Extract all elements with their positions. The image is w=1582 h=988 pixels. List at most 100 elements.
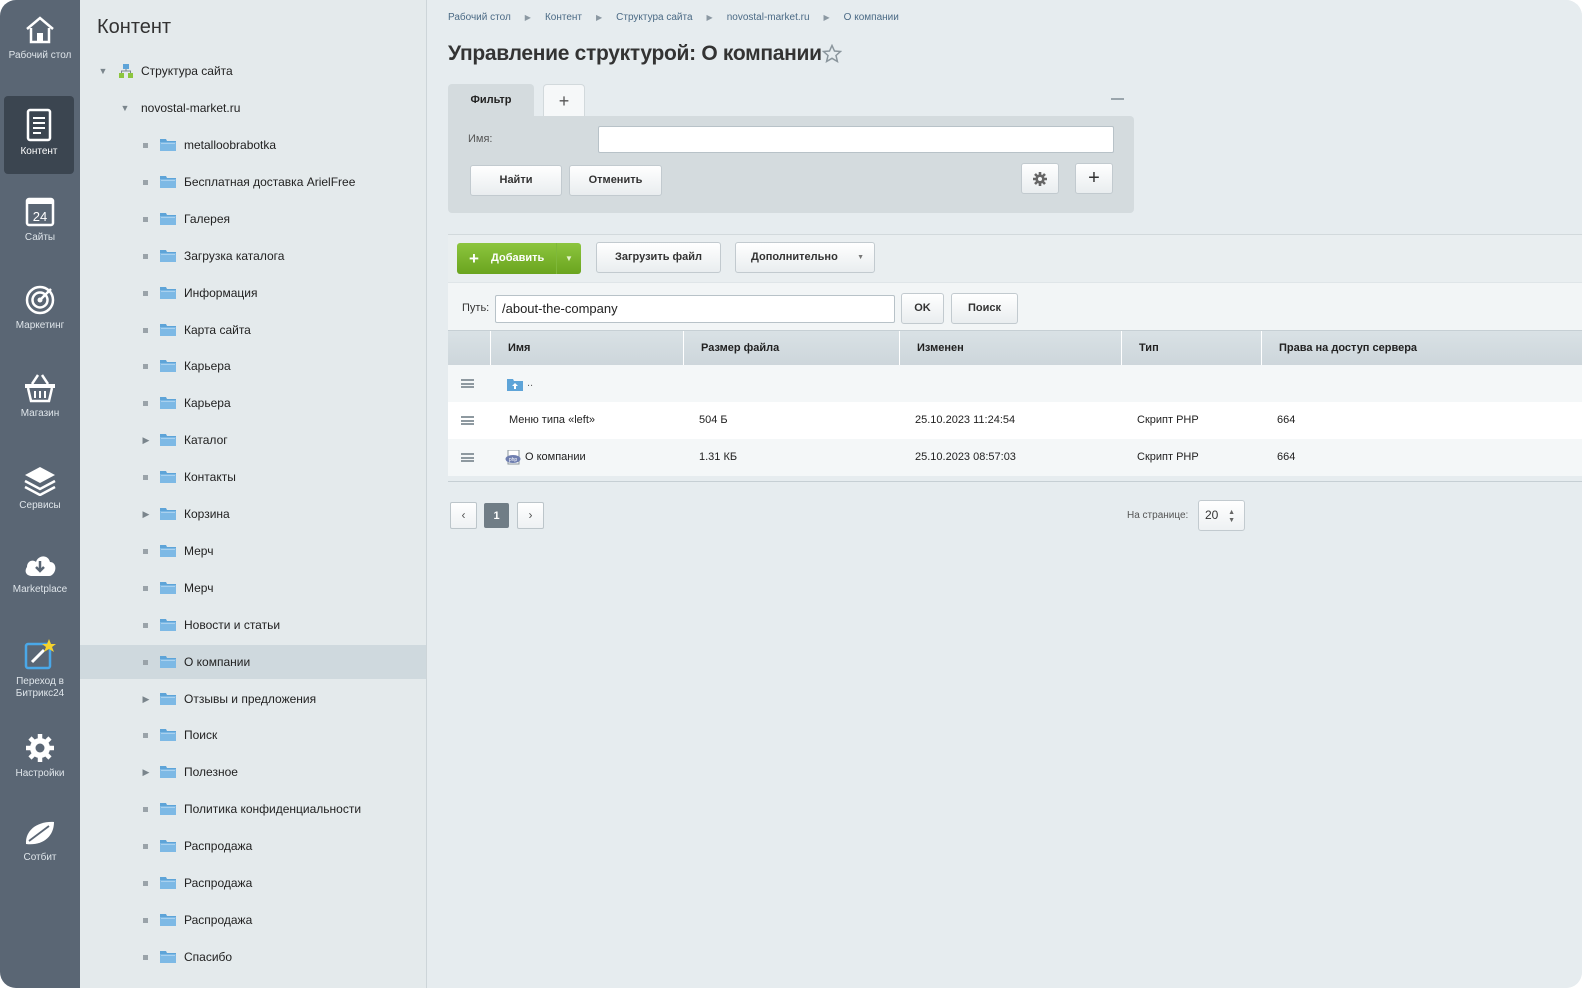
column-header-size[interactable]: Размер файла (683, 331, 899, 366)
folder-icon (160, 434, 176, 447)
bullet-icon (143, 401, 148, 407)
breadcrumb-item[interactable]: Контент (545, 12, 582, 23)
bitrix24-transition-icon (24, 639, 56, 670)
upload-file-button[interactable]: Загрузить файл (596, 242, 721, 273)
tree-node-folder[interactable]: Мерч (80, 534, 426, 568)
column-header-name[interactable]: Имя (490, 331, 684, 366)
path-search-button[interactable]: Поиск (951, 293, 1018, 324)
file-name[interactable]: Меню типа «left» (509, 402, 595, 439)
home-icon (26, 16, 54, 44)
expand-arrow-icon[interactable]: ▶ (141, 423, 151, 457)
cancel-button[interactable]: Отменить (569, 165, 662, 196)
sidebar-item-sites[interactable]: 24 Сайты (0, 196, 80, 244)
filter-settings-button[interactable] (1021, 163, 1059, 194)
tree-node-folder[interactable]: Распродажа (80, 829, 426, 863)
tree-node-folder[interactable]: Спасибо (80, 940, 426, 974)
sidebar-item-content[interactable]: Контент (4, 96, 74, 174)
tree-node-folder[interactable]: ▶ Каталог (80, 423, 426, 457)
row-menu-icon[interactable] (461, 416, 474, 425)
folder-icon (160, 618, 176, 631)
column-header-type[interactable]: Тип (1121, 331, 1261, 366)
tree-node-site[interactable]: ▼ novostal-market.ru (80, 91, 426, 125)
tree-node-label: Мерч (184, 543, 214, 558)
breadcrumb-item[interactable]: novostal-market.ru (727, 12, 810, 23)
row-menu-icon[interactable] (461, 453, 474, 462)
tree-node-folder[interactable]: Галерея (80, 202, 426, 236)
file-modified: 25.10.2023 08:57:03 (915, 451, 1016, 463)
expand-arrow-icon[interactable]: ▶ (141, 755, 151, 789)
expand-arrow-icon[interactable]: ▶ (141, 682, 151, 716)
sidebar-item-sotbit[interactable]: Сотбит (0, 818, 80, 864)
sidebar-item-marketing[interactable]: Маркетинг (0, 284, 80, 332)
folder-icon (160, 766, 176, 779)
tree-node-folder[interactable]: Карьера (80, 349, 426, 383)
table-row[interactable]: php О компании 1.31 КБ 25.10.2023 08:57:03 С… (448, 439, 1582, 476)
tree-node-label: Спасибо (184, 949, 233, 964)
tree-node-label: Бесплатная доставка ArielFree (184, 174, 356, 189)
folder-icon (160, 729, 176, 742)
tree-node-folder[interactable]: Распродажа (80, 903, 426, 937)
grid-header-actions (448, 331, 490, 366)
add-filter-field-button[interactable]: + (1075, 163, 1113, 194)
chevron-down-icon[interactable]: ▼ (556, 243, 581, 274)
folder-icon (160, 397, 176, 410)
tree-node-label: Структура сайта (141, 64, 233, 78)
tree-node-folder[interactable]: Карьера (80, 386, 426, 420)
tree-node-folder[interactable]: О компании (80, 644, 426, 679)
tree-node-folder[interactable]: Бесплатная доставка ArielFree (80, 165, 426, 199)
tree-node-folder[interactable]: Информация (80, 276, 426, 310)
sidebar-item-bitrix24[interactable]: Переход в Битрикс24 (0, 638, 80, 700)
find-button[interactable]: Найти (470, 165, 562, 196)
minimize-filter-icon[interactable] (1111, 98, 1124, 100)
sidebar-item-services[interactable]: Сервисы (0, 464, 80, 512)
path-ok-button[interactable]: OK (901, 293, 944, 324)
column-header-rights[interactable]: Права на доступ сервера (1261, 331, 1582, 366)
tree-node-label: Галерея (184, 211, 231, 226)
add-button[interactable]: + Добавить ▼ (457, 243, 581, 274)
tree-node-folder[interactable]: Загрузка каталога (80, 239, 426, 273)
tree-node-folder[interactable]: Новости и статьи (80, 608, 426, 642)
tab-filter[interactable]: Фильтр (448, 84, 534, 116)
tree-node-folder[interactable]: ▶ Отзывы и предложения (80, 682, 426, 716)
folder-icon (160, 471, 176, 484)
tree-node-folder[interactable]: Политика конфиденциальности (80, 792, 426, 826)
expand-arrow-icon[interactable]: ▶ (141, 497, 151, 531)
filter-name-input[interactable] (598, 126, 1114, 153)
tree-node-label: Корзина (184, 507, 230, 521)
breadcrumb-item[interactable]: Структура сайта (616, 12, 692, 23)
file-name[interactable]: О компании (525, 439, 586, 476)
folder-up-icon (507, 379, 523, 391)
sidebar-item-desktop[interactable]: Рабочий стол (0, 14, 80, 62)
tree-node-folder[interactable]: Мерч (80, 571, 426, 605)
tree-node-folder[interactable]: Распродажа (80, 866, 426, 900)
tree-node-folder[interactable]: ▶ Корзина (80, 497, 426, 531)
breadcrumb-item[interactable]: Рабочий стол (448, 12, 511, 23)
collapse-arrow-icon[interactable]: ▼ (120, 91, 130, 125)
tree-node-folder[interactable]: Поиск (80, 718, 426, 752)
next-page-button[interactable]: › (517, 502, 544, 529)
favorite-star-icon[interactable] (822, 44, 842, 64)
breadcrumb-item[interactable]: О компании (844, 12, 899, 23)
per-page-select[interactable]: 20 ▲ ▼ (1198, 500, 1245, 531)
tree-node-folder[interactable]: ▶ Полезное (80, 755, 426, 789)
sidebar-item-settings[interactable]: Настройки (0, 732, 80, 780)
row-menu-icon[interactable] (461, 379, 474, 388)
page-button-current[interactable]: 1 (484, 503, 509, 528)
collapse-arrow-icon[interactable]: ▼ (98, 54, 108, 88)
tree-node-folder[interactable]: metalloobrabotka (80, 128, 426, 162)
tree-node-folder[interactable]: Карта сайта (80, 313, 426, 347)
sidebar-item-marketplace[interactable]: Marketplace (0, 550, 80, 596)
tree-node-folder[interactable]: Контакты (80, 460, 426, 494)
more-actions-button[interactable]: Дополнительно ▼ (735, 242, 875, 273)
column-header-modified[interactable]: Изменен (899, 331, 1121, 366)
filter-name-label: Имя: (468, 133, 493, 145)
table-row[interactable]: Меню типа «left» 504 Б 25.10.2023 11:24:54… (448, 402, 1582, 439)
prev-page-button[interactable]: ‹ (450, 502, 477, 529)
sidebar-item-label-line2: Битрикс24 (15, 688, 65, 699)
add-filter-tab-button[interactable]: + (543, 84, 585, 116)
sidebar-item-shop[interactable]: Магазин (0, 372, 80, 420)
grid-header: Имя Размер файла Изменен Тип Права на до… (448, 330, 1582, 366)
path-input[interactable]: /about-the-company (495, 295, 895, 323)
table-row-up[interactable]: .. (448, 365, 1582, 402)
tree-node-site-structure[interactable]: ▼ Структура сайта (80, 54, 426, 88)
